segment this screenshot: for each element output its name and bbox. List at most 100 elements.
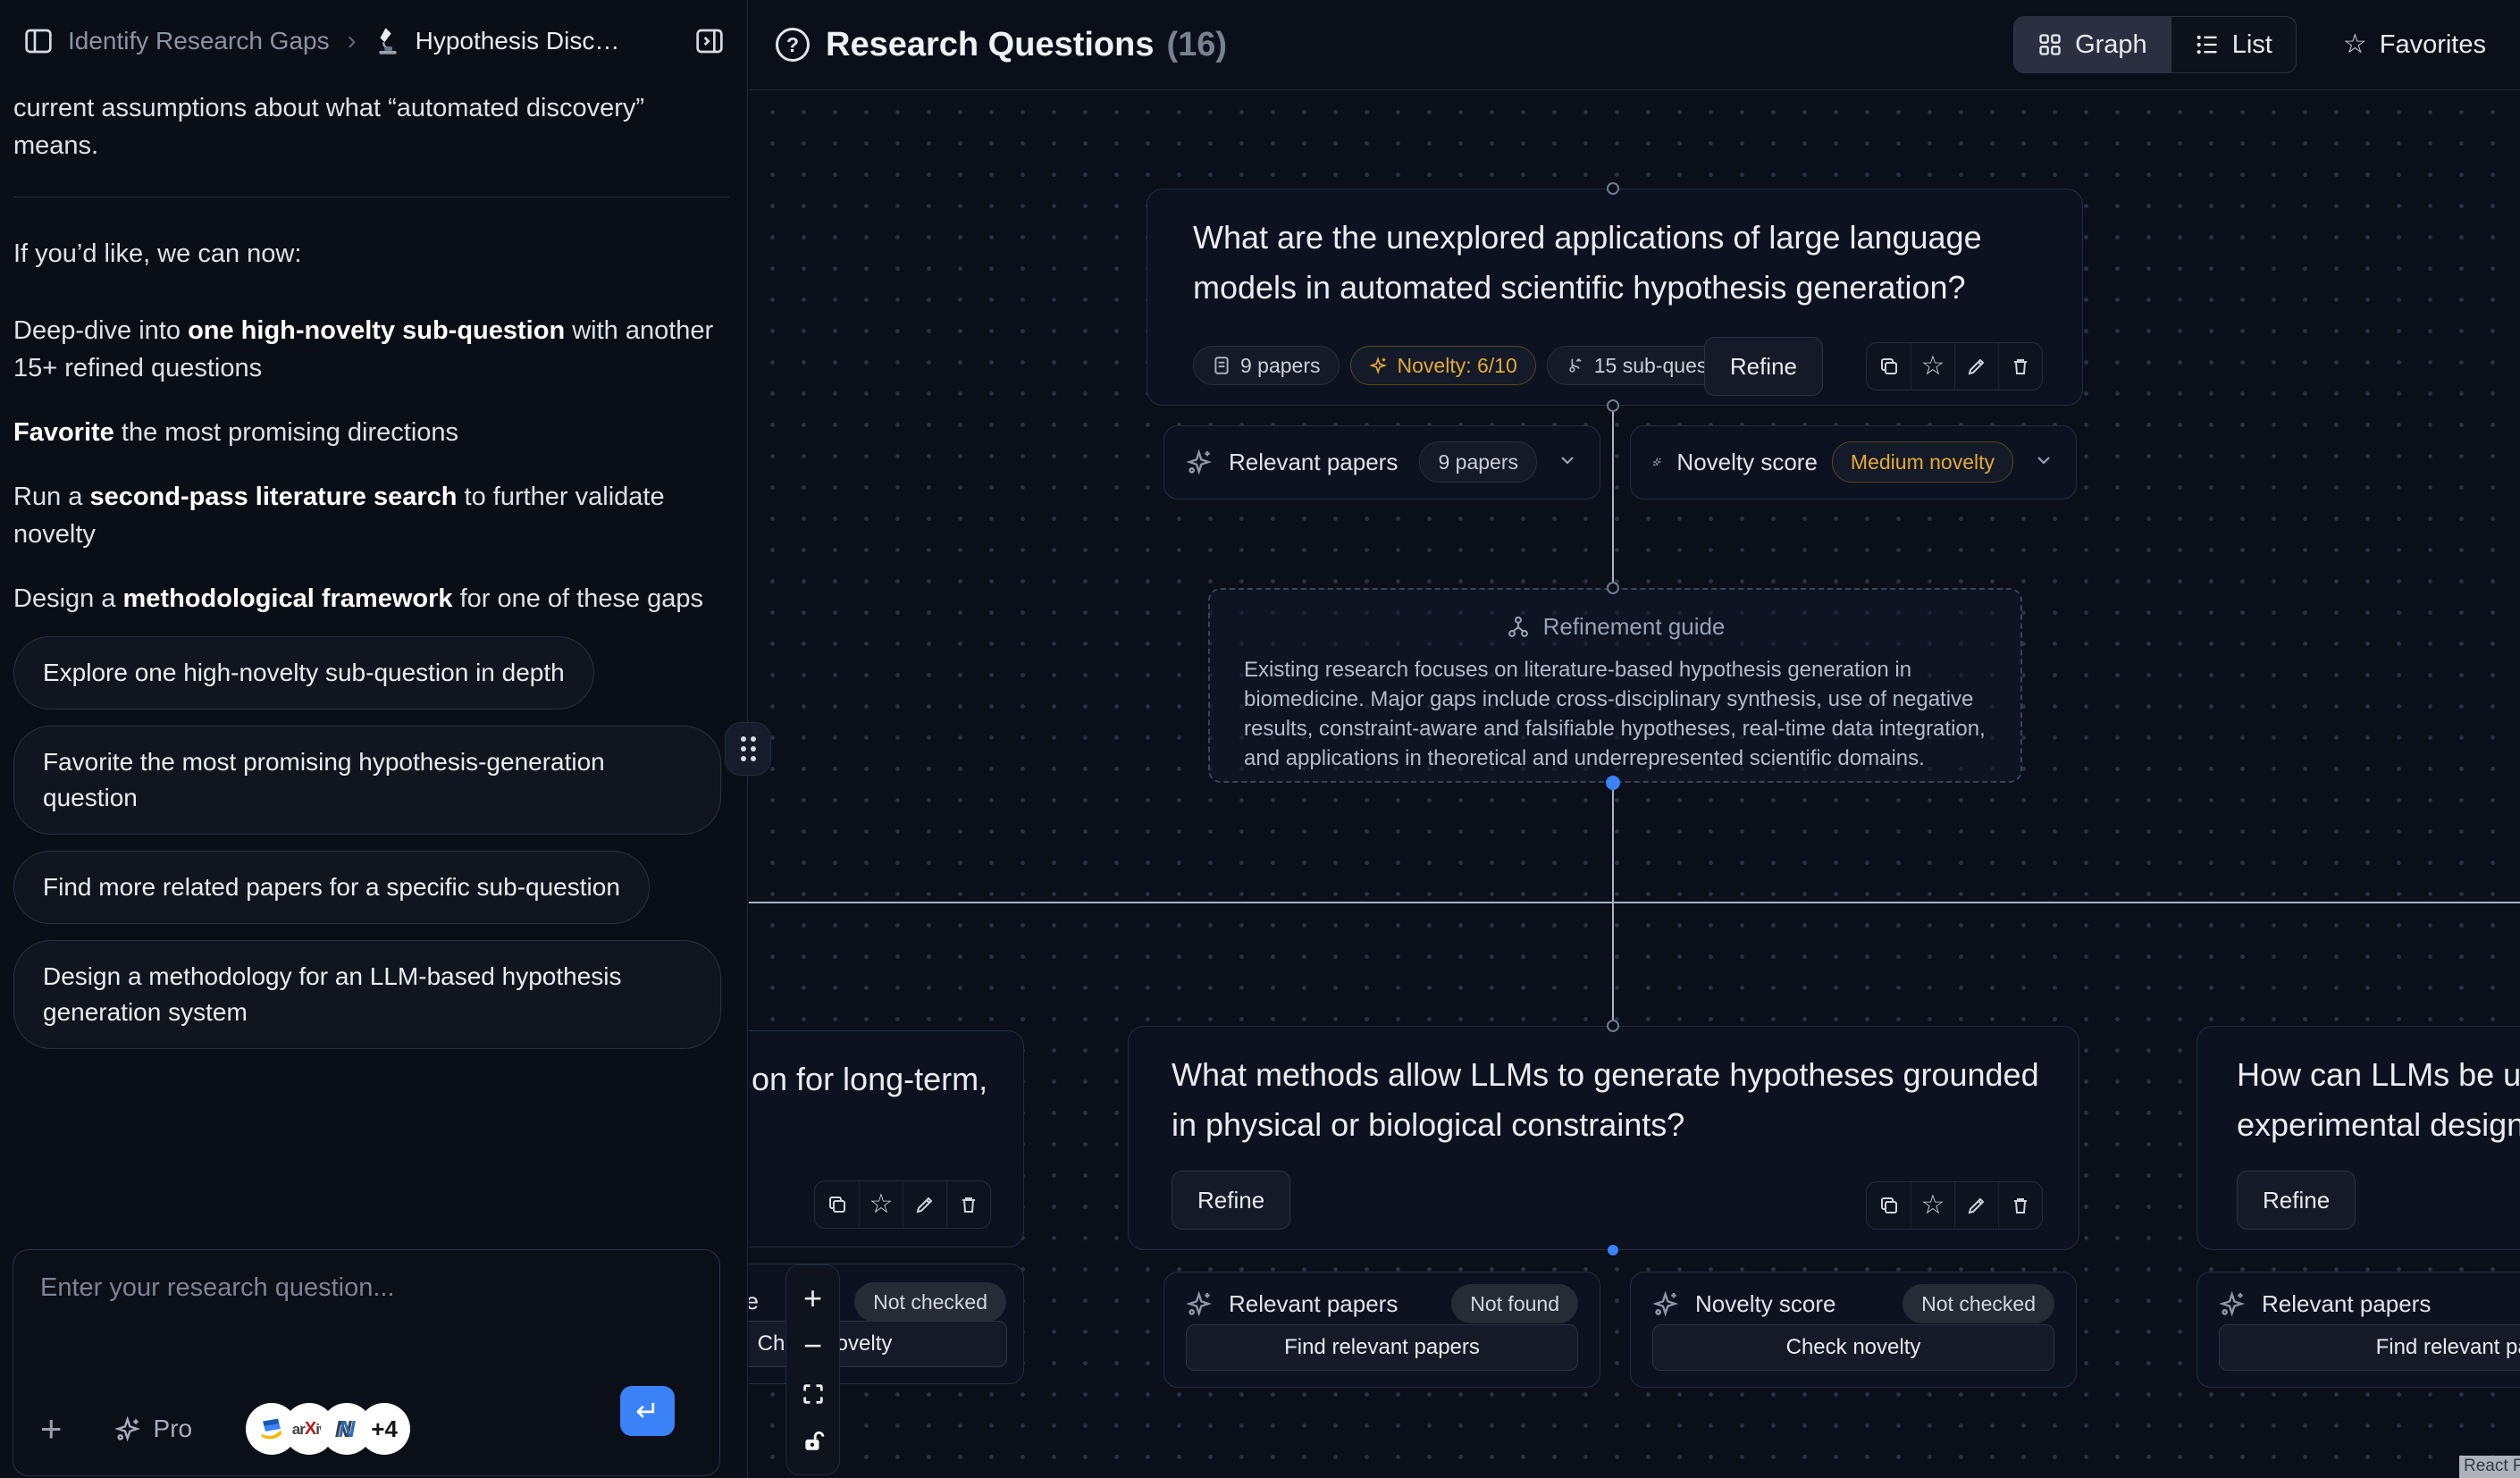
copy-icon[interactable] [1867,1182,1911,1229]
suggestion-pill[interactable]: Favorite the most promising hypothesis-g… [13,726,721,835]
send-button[interactable]: ↵ [620,1386,675,1436]
find-papers-button[interactable]: Find relevant papers [2219,1324,2520,1371]
favorite-star-icon[interactable]: ☆ [859,1181,903,1228]
panel-resize-handle[interactable] [725,722,771,776]
message-composer: + Pro arXiv N +4 ↵ [13,1249,720,1476]
lock-open-icon [802,1430,825,1453]
fit-view-icon [801,1381,826,1407]
relevant-papers-node-right[interactable]: Relevant papers Find relevant papers [2197,1272,2520,1388]
edit-pencil-icon[interactable] [903,1181,946,1228]
composer-toolbar: + Pro arXiv N +4 ↵ [40,1402,698,1456]
chat-panel: Identify Research Gaps › Hypothesis Disc… [0,0,748,1478]
graph-canvas: ? Research Questions (16) Graph List ☆ F [749,0,2520,1478]
chat-paragraph: If you’d like, we can now: [13,235,733,273]
find-papers-button[interactable]: Find relevant papers [1186,1324,1578,1371]
refinement-guide-node[interactable]: Refinement guide Existing research focus… [1208,588,2022,783]
question-card-bottom[interactable]: What methods allow LLMs to generate hypo… [1128,1026,2079,1250]
papers-badge[interactable]: 9 papers [1193,346,1340,385]
question-card-main[interactable]: What are the unexplored applications of … [1147,189,2083,406]
expander-label: Relevant papers [1229,449,1405,476]
delete-trash-icon[interactable] [946,1181,990,1228]
question-card-right-partial[interactable]: How can LLMs be used experimental design… [2197,1026,2520,1250]
breadcrumb-separator: › [344,26,360,56]
sparkle-icon [114,1415,143,1443]
expander-label: Relevant papers [1229,1290,1437,1318]
refine-button[interactable]: Refine [2237,1171,2356,1230]
delete-trash-icon[interactable] [1998,1182,2042,1229]
ai-sparkle-icon [1186,1289,1214,1318]
copy-icon[interactable] [1867,343,1911,390]
collapse-panel-icon[interactable] [695,27,724,55]
ai-sparkle-icon [1652,448,1662,476]
expander-label: Novelty score [1695,1290,1888,1318]
card-action-group: ☆ [814,1180,991,1229]
chat-paragraph: Favorite the most promising directions [13,414,733,451]
expander-label: Novelty score [1676,449,1818,476]
zoom-out-button[interactable]: − [786,1323,839,1369]
favorite-star-icon[interactable]: ☆ [1911,1182,1954,1229]
expander-label: Relevant papers [2262,1290,2520,1318]
check-novelty-button[interactable]: Check novelty [1652,1324,2054,1371]
copy-icon[interactable] [815,1181,859,1228]
suggestion-pill[interactable]: Design a methodology for an LLM-based hy… [13,940,721,1049]
chevron-down-icon[interactable] [2033,449,2054,475]
fit-view-button[interactable] [786,1371,839,1417]
grid-icon [2037,32,2062,57]
sidebar-toggle-icon[interactable] [23,27,54,55]
refine-button[interactable]: Refine [1704,337,1823,396]
status-pill: Not found [1451,1284,1578,1323]
node-handle[interactable] [1607,399,1619,412]
delete-trash-icon[interactable] [1998,343,2042,390]
novelty-score-node-bottom[interactable]: Novelty score Not checked Check novelty [1630,1272,2077,1388]
attach-plus-icon[interactable]: + [40,1410,63,1448]
breadcrumb-project[interactable]: Identify Research Gaps [68,27,330,55]
node-handle-active[interactable] [1606,776,1620,790]
ai-sparkle-icon [2219,1289,2247,1318]
edit-pencil-icon[interactable] [1954,343,1998,390]
node-handle-active[interactable] [1608,1245,1618,1255]
branch-icon [1566,356,1585,375]
page-title: Research Questions [826,26,1154,64]
suggestion-pill[interactable]: Explore one high-novelty sub-question in… [13,636,594,710]
chat-paragraph: Design a methodological framework for on… [13,580,733,617]
node-handle[interactable] [1607,182,1619,195]
chat-paragraph: current assumptions about what “automate… [13,89,733,164]
app-window: Identify Research Gaps › Hypothesis Disc… [0,0,2520,1478]
help-icon[interactable]: ? [776,28,810,62]
novelty-score-node[interactable]: Novelty score Medium novelty [1630,425,2077,500]
drag-dots-icon [741,736,756,761]
node-handle[interactable] [1607,582,1619,594]
relevant-papers-node[interactable]: Relevant papers 9 papers [1163,425,1600,500]
suggestion-pill[interactable]: Find more related papers for a specific … [13,851,650,924]
chevron-down-icon[interactable] [1557,449,1578,475]
novelty-badge[interactable]: Novelty: 6/10 [1350,346,1536,385]
source-avatars[interactable]: arXiv N +4 [246,1403,410,1455]
sparkles-icon [1369,356,1389,375]
tab-list-view[interactable]: List [2171,17,2296,72]
favorite-star-icon[interactable]: ☆ [1911,343,1954,390]
question-card-left-partial[interactable]: on for long-term, ☆ [749,1030,1024,1247]
star-icon: ☆ [2343,31,2367,58]
edit-pencil-icon[interactable] [1954,1182,1998,1229]
suggested-actions: Explore one high-novelty sub-question in… [13,636,734,1049]
pro-mode-toggle[interactable]: Pro [114,1415,193,1443]
relevant-papers-node-bottom[interactable]: Relevant papers Not found Find relevant … [1163,1272,1600,1388]
chat-paragraph: Run a second-pass literature search to f… [13,478,733,553]
ai-sparkle-icon [1186,448,1214,476]
node-handle[interactable] [1607,1020,1619,1032]
canvas-zoom-toolbar: + − [785,1264,840,1475]
card-action-group: ☆ [1866,1181,2043,1230]
hierarchy-icon [1506,615,1531,640]
question-count: (16) [1166,26,1227,64]
flow-board[interactable]: What are the unexplored applications of … [749,90,2520,1478]
expander-label: Novelty score [749,1288,759,1315]
lock-button[interactable] [786,1418,839,1465]
favorites-button[interactable]: ☆ Favorites [2336,30,2493,60]
zoom-in-button[interactable]: + [786,1275,839,1322]
reactflow-attribution[interactable]: React Flow [2459,1456,2520,1478]
research-question-input[interactable] [40,1273,684,1372]
microscope-icon [374,26,401,56]
tab-graph-view[interactable]: Graph [2014,17,2171,72]
refine-button[interactable]: Refine [1172,1171,1290,1230]
breadcrumb-document[interactable]: Hypothesis Disc… [416,27,620,55]
